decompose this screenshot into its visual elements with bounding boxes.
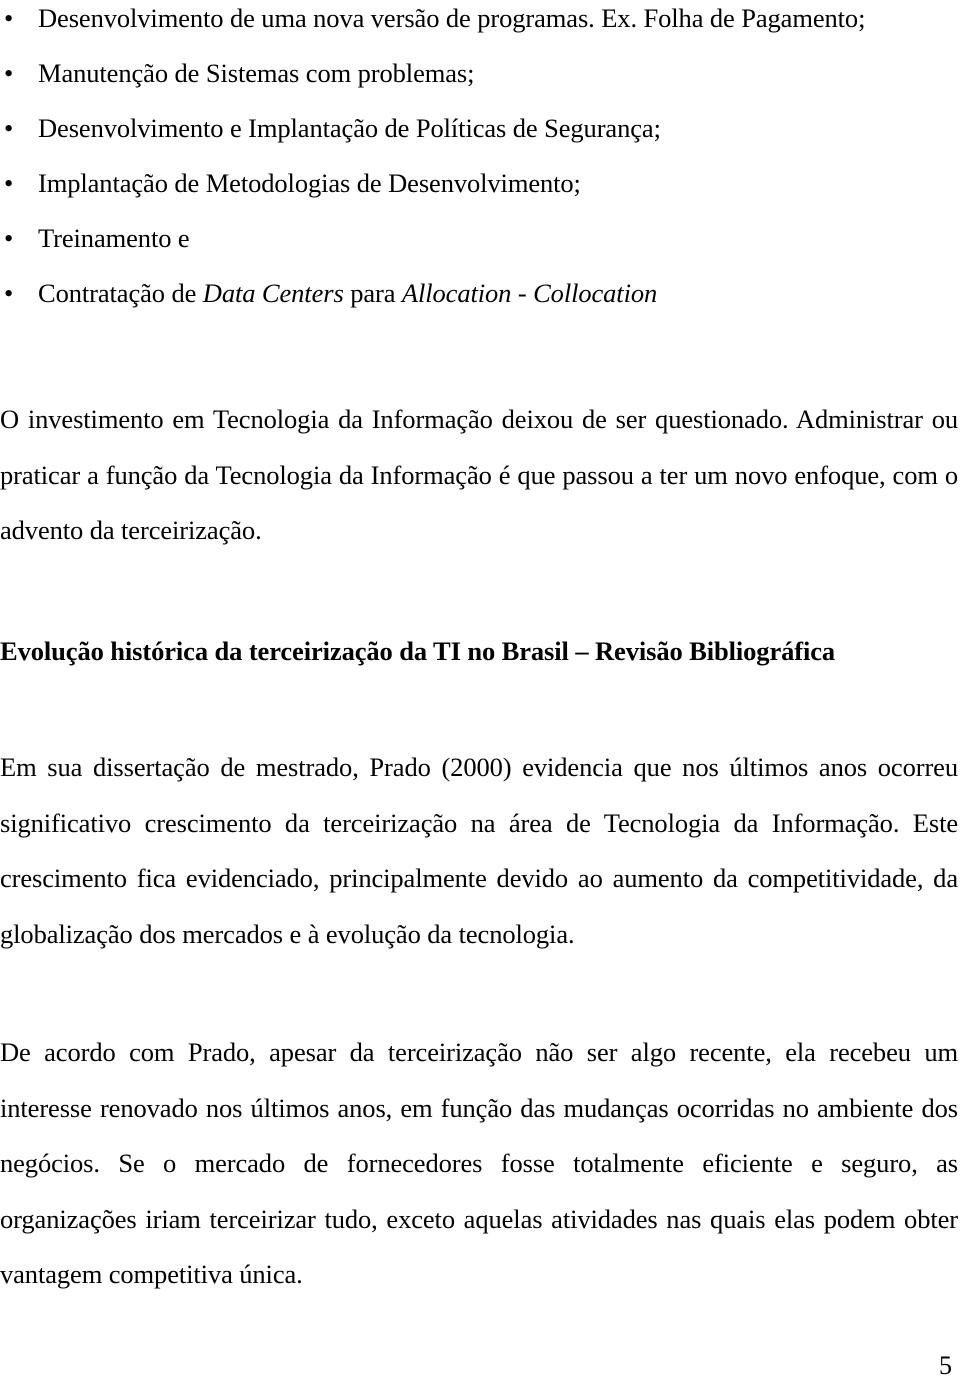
bullet-point-icon: • xyxy=(4,223,14,253)
list-item-text: Implantação de Metodologias de Desenvolv… xyxy=(38,168,581,198)
body-paragraph: O investimento em Tecnologia da Informaç… xyxy=(0,404,958,545)
list-item-text: Desenvolvimento de uma nova versão de pr… xyxy=(38,3,866,33)
bullet-point-icon: • xyxy=(4,58,14,88)
section-heading: Evolução histórica da terceirização da T… xyxy=(0,636,836,666)
list-item-text-segment: para xyxy=(343,278,402,308)
paragraph-block-1: O investimento em Tecnologia da Informaç… xyxy=(0,392,958,559)
bullet-point-icon: • xyxy=(4,3,14,33)
bullet-list: • Desenvolvimento de uma nova versão de … xyxy=(0,2,960,309)
list-item: • Implantação de Metodologias de Desenvo… xyxy=(0,167,960,199)
body-paragraph: Em sua dissertação de mestrado, Prado (2… xyxy=(0,752,958,949)
section-heading-block: Evolução histórica da terceirização da T… xyxy=(0,634,958,668)
bullet-list-block: • Desenvolvimento de uma nova versão de … xyxy=(0,2,960,309)
list-item: • Desenvolvimento de uma nova versão de … xyxy=(0,2,960,34)
list-item-text-segment-italic: Allocation - Collocation xyxy=(401,278,658,308)
list-item-text-segment-italic: Data Centers xyxy=(202,278,344,308)
bullet-point-icon: • xyxy=(4,278,14,308)
body-paragraph: De acordo com Prado, apesar da terceiriz… xyxy=(0,1037,958,1289)
list-item: • Treinamento e xyxy=(0,222,960,254)
list-item-text: Contratação de Data Centers para Allocat… xyxy=(38,278,657,308)
document-page: • Desenvolvimento de uma nova versão de … xyxy=(0,0,960,1391)
list-item: • Desenvolvimento e Implantação de Polít… xyxy=(0,112,960,144)
bullet-point-icon: • xyxy=(4,168,14,198)
page-number: 5 xyxy=(939,1351,952,1380)
paragraph-block-2: Em sua dissertação de mestrado, Prado (2… xyxy=(0,740,958,962)
list-item-text: Treinamento e xyxy=(38,223,190,253)
paragraph-block-3: De acordo com Prado, apesar da terceiriz… xyxy=(0,1025,958,1303)
bullet-point-icon: • xyxy=(4,113,14,143)
list-item: • Contratação de Data Centers para Alloc… xyxy=(0,277,960,309)
list-item-text-segment: Contratação de xyxy=(38,278,203,308)
list-item-text: Manutenção de Sistemas com problemas; xyxy=(38,58,475,88)
list-item: • Manutenção de Sistemas com problemas; xyxy=(0,57,960,89)
list-item-text: Desenvolvimento e Implantação de Polític… xyxy=(38,113,661,143)
